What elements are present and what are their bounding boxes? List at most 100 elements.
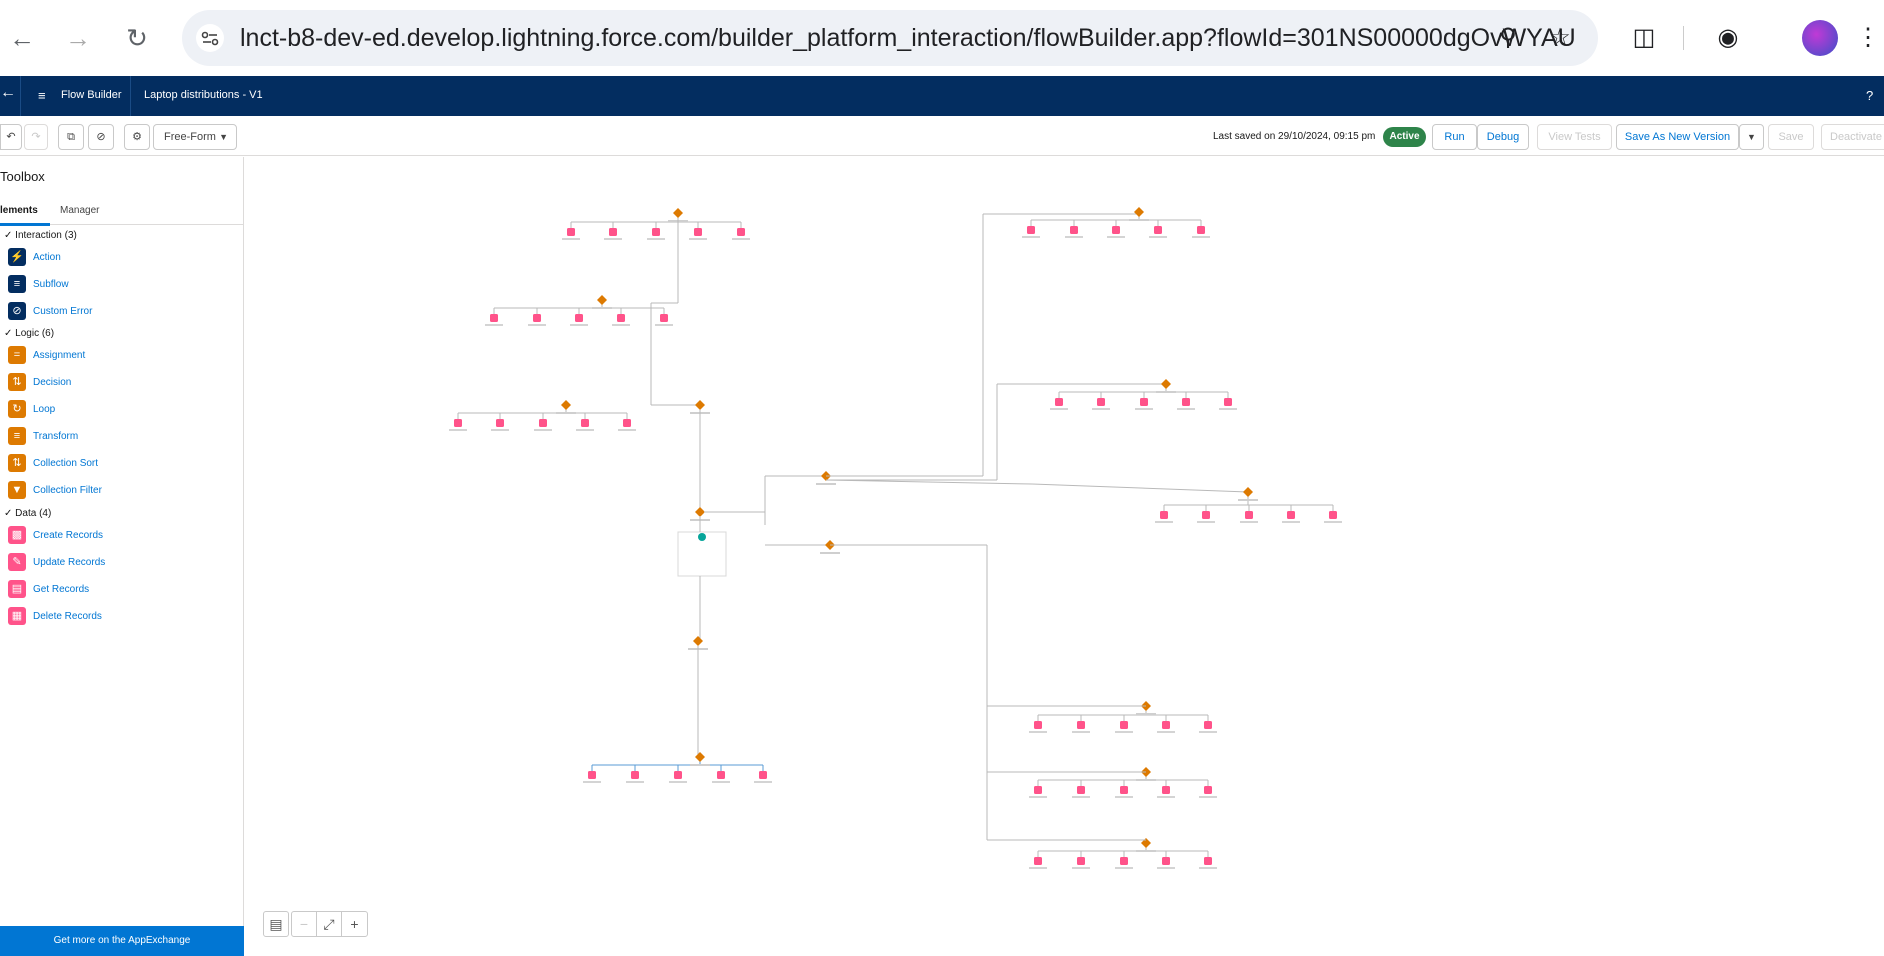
run-button[interactable]: Run (1432, 124, 1477, 150)
node-label (1115, 867, 1133, 869)
node-label (1072, 867, 1090, 869)
loop-icon: ↻ (8, 400, 26, 418)
update-records-node (1077, 786, 1085, 794)
settings-gear-button[interactable]: ⚙ (124, 124, 150, 150)
update-records-node (1112, 226, 1120, 234)
fit-view-button[interactable]: ⤢ (317, 912, 342, 936)
node-label (1238, 499, 1258, 501)
zoom-in-button[interactable]: + (342, 912, 367, 936)
update-records-node (1070, 226, 1078, 234)
item-label: Action (33, 252, 61, 263)
update-records-node (1204, 721, 1212, 729)
more-menu-icon[interactable]: ⋮ (1856, 20, 1880, 56)
zoom-out-button[interactable]: − (292, 912, 317, 936)
zoom-icon[interactable]: ⚲ (1492, 22, 1524, 54)
profile-avatar[interactable] (1802, 20, 1838, 56)
node-label (562, 238, 580, 240)
tab-elements[interactable]: lements (0, 205, 38, 216)
url-text[interactable]: lnct-b8-dev-ed.develop.lightning.force.c… (240, 24, 1576, 53)
tab-manager[interactable]: Manager (60, 205, 99, 216)
flow-canvas[interactable] (245, 157, 1884, 956)
help-icon[interactable]: ? (1866, 88, 1873, 103)
update-records-node (1077, 721, 1085, 729)
extensions-icon[interactable]: ◫ (1626, 20, 1662, 56)
update-records-node (1287, 511, 1295, 519)
bookmark-star-icon[interactable]: ☆ (1544, 22, 1576, 54)
divider (20, 76, 21, 116)
node-label (1149, 236, 1167, 238)
group-data[interactable]: ✓ Data (4) (4, 508, 51, 519)
canvas-mode-select[interactable]: Free-Form ▼ (153, 124, 237, 150)
node-label (1065, 236, 1083, 238)
update-records-node (1154, 226, 1162, 234)
back-arrow-icon[interactable]: ← (6, 22, 38, 54)
node-label (1072, 731, 1090, 733)
node-label (1050, 408, 1068, 410)
flow-diagram[interactable] (245, 157, 1884, 956)
update-records-node (623, 419, 631, 427)
node-label (449, 429, 467, 431)
address-bar[interactable]: lnct-b8-dev-ed.develop.lightning.force.c… (182, 10, 1598, 66)
update-records-node (631, 771, 639, 779)
node-label (576, 429, 594, 431)
view-tests-button[interactable]: View Tests (1537, 124, 1612, 150)
decision-node (695, 400, 705, 410)
update-records-node (737, 228, 745, 236)
appexchange-link[interactable]: Get more on the AppExchange (0, 926, 244, 956)
redo-button[interactable]: ↷ (24, 124, 48, 150)
toolbox-tabs: lements Manager (0, 199, 244, 226)
node-label (1155, 521, 1173, 523)
divider (1683, 26, 1684, 50)
copy-button[interactable]: ⧉ (58, 124, 84, 150)
save-menu-chevron[interactable]: ▼ (1739, 124, 1764, 150)
decision-icon: ⇅ (8, 373, 26, 391)
pan-select-toggle[interactable]: ▤ (263, 911, 289, 937)
node-label (1022, 236, 1040, 238)
error-check-button[interactable]: ⊘ (88, 124, 114, 150)
node-label (1240, 521, 1258, 523)
transform-icon: ≡ (8, 427, 26, 445)
reload-icon[interactable]: ↻ (121, 22, 153, 54)
save-as-new-version-button[interactable]: Save As New Version (1616, 124, 1739, 150)
node-label (583, 781, 601, 783)
group-logic[interactable]: ✓ Logic (6) (4, 328, 54, 339)
save-button[interactable]: Save (1768, 124, 1814, 150)
update-records-node (490, 314, 498, 322)
app-name: Flow Builder (61, 89, 122, 101)
status-badge: Active (1383, 127, 1426, 147)
connector (825, 479, 1033, 485)
divider (130, 76, 131, 116)
decision-node (695, 752, 705, 762)
node-label (816, 483, 836, 485)
undo-button[interactable]: ↶ (0, 124, 22, 150)
node-label (1177, 408, 1195, 410)
update-records-node (1077, 857, 1085, 865)
item-label: Create Records (33, 530, 104, 541)
decision-node (693, 636, 703, 646)
sort-icon: ⇅ (8, 454, 26, 472)
deactivate-button[interactable]: Deactivate (1821, 124, 1884, 150)
forward-arrow-icon[interactable]: → (62, 22, 94, 54)
node-label (534, 429, 552, 431)
node-label (1219, 408, 1237, 410)
filter-icon: ▼ (8, 481, 26, 499)
update-records-node (652, 228, 660, 236)
browser-toolbar: ← → ↻ lnct-b8-dev-ed.develop.lightning.f… (0, 0, 1884, 76)
node-label (1192, 236, 1210, 238)
node-label (626, 781, 644, 783)
item-label: Subflow (33, 279, 69, 290)
group-interaction[interactable]: ✓ Interaction (3) (4, 230, 77, 241)
debug-button[interactable]: Debug (1477, 124, 1529, 150)
node-label (1029, 731, 1047, 733)
node-label (655, 324, 673, 326)
update-records-node (1202, 511, 1210, 519)
site-settings-icon[interactable] (196, 24, 224, 52)
item-label: Update Records (33, 557, 106, 568)
back-icon[interactable]: ← (0, 84, 16, 102)
item-label: Collection Filter (33, 485, 102, 496)
node-label (1115, 731, 1133, 733)
checkmark-icon: ✓ (4, 508, 13, 519)
record-lookup-icon: ▤ (8, 580, 26, 598)
lens-icon[interactable]: ◉ (1710, 20, 1746, 56)
update-records-node (1120, 786, 1128, 794)
